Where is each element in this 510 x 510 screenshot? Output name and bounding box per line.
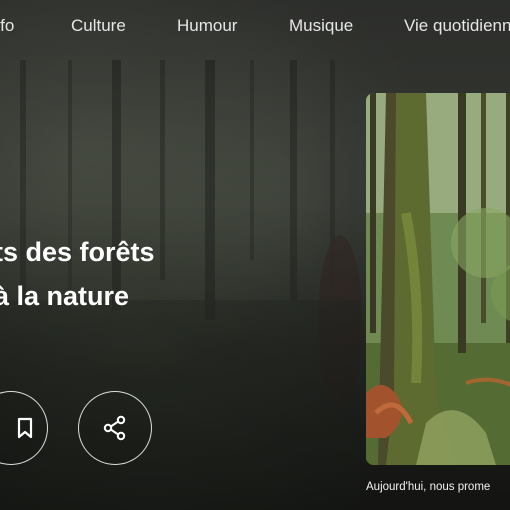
hero-title-line-1: ts des forêts: [0, 237, 155, 267]
nav-item-culture[interactable]: Culture: [71, 16, 126, 36]
feature-card-image[interactable]: [366, 93, 510, 465]
nav-item-info[interactable]: Info: [0, 16, 14, 36]
bookmark-icon: [17, 417, 33, 439]
page: Info Culture Humour Musique Vie quotidie…: [0, 0, 510, 510]
nav-item-vie-quotidienne[interactable]: Vie quotidienne: [404, 16, 510, 36]
forest-photo: [366, 93, 510, 465]
share-icon: [103, 415, 126, 441]
feature-card-caption: Aujourd'hui, nous prome: [366, 481, 491, 493]
nav-item-humour[interactable]: Humour: [177, 16, 237, 36]
nav-item-musique[interactable]: Musique: [289, 16, 353, 36]
hero-title: ts des forêts à la nature: [0, 230, 354, 318]
hero-title-line-2: à la nature: [0, 281, 130, 311]
top-navigation: Info Culture Humour Musique Vie quotidie…: [0, 0, 510, 54]
share-button[interactable]: [78, 391, 152, 465]
